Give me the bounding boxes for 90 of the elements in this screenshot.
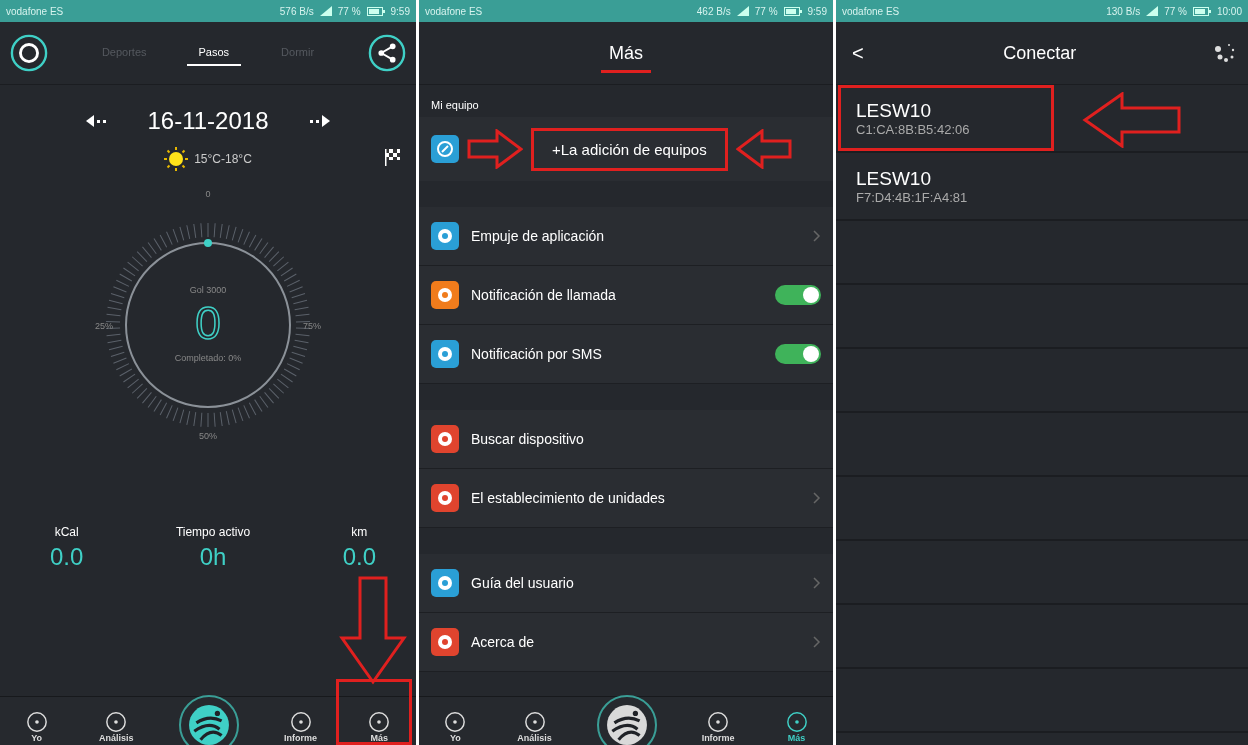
chevron-right-icon <box>813 230 821 242</box>
nav-tab[interactable]: Más <box>779 709 814 745</box>
battery-icon <box>1192 6 1211 16</box>
data-rate: 576 B/s <box>279 5 314 17</box>
settings-label: Empuje de aplicación <box>471 228 605 244</box>
clock: 9:59 <box>390 5 410 17</box>
dial-label: 50% <box>199 431 217 441</box>
runner-logo-icon <box>605 704 648 745</box>
device-address: F7:D4:4B:1F:A4:81 <box>856 189 969 205</box>
settings-label: Buscar dispositivo <box>471 431 584 447</box>
settings-row[interactable]: Guía del usuario <box>419 554 833 613</box>
battery-percent: 77 % <box>1164 5 1187 17</box>
battery-percent: 77 % <box>754 5 778 17</box>
back-button[interactable]: < <box>848 41 868 65</box>
stat-value: 0.0 <box>342 543 376 571</box>
device-list-item[interactable]: LESW10 C1:CA:8B:B5:42:06 <box>836 85 1248 153</box>
dial-label: 75% <box>303 321 321 331</box>
app-logo-button[interactable] <box>596 695 657 745</box>
settings-label: Acerca de <box>471 634 535 650</box>
settings-row[interactable]: El establecimiento de unidades <box>419 469 833 528</box>
annotation-arrow <box>735 129 792 169</box>
chevron-right-icon <box>813 577 821 589</box>
settings-label: Notificación por SMS <box>471 346 602 362</box>
section-header: Mi equipo <box>430 98 480 113</box>
share-icon[interactable] <box>368 34 406 72</box>
runner-logo-icon <box>187 704 230 745</box>
more-icon <box>785 711 808 733</box>
annotation-arrow <box>467 129 523 169</box>
stat-label: kCal <box>54 525 79 539</box>
toggle-switch[interactable] <box>775 344 821 364</box>
date-label: 16-11-2018 <box>147 107 269 135</box>
watch-icon <box>431 135 459 163</box>
goal-label: Gol 3000 <box>189 285 227 295</box>
step-count: 0 <box>195 297 221 349</box>
more-icon <box>368 711 391 733</box>
battery-icon <box>366 6 385 16</box>
settings-row[interactable]: Empuje de aplicación <box>419 207 833 266</box>
watch-icon[interactable] <box>10 34 48 72</box>
carrier-name: vodafone ES <box>425 5 483 17</box>
data-rate: 130 B/s <box>1106 5 1141 17</box>
chevron-right-icon <box>813 492 821 504</box>
nav-tab[interactable]: Análisis <box>511 709 558 745</box>
tab[interactable]: Pasos <box>186 40 242 66</box>
battery-icon <box>783 6 802 16</box>
previous-arrow-icon[interactable] <box>85 115 108 127</box>
device-address: C1:CA:8B:B5:42:06 <box>856 121 971 137</box>
settings-row[interactable]: Notificación de llamada <box>419 266 833 325</box>
add-device-button[interactable]: +La adición de equipos <box>531 127 728 171</box>
settings-row[interactable]: Buscar dispositivo <box>419 410 833 469</box>
nav-tab[interactable]: Yo <box>438 709 473 745</box>
stat-value: 0.0 <box>50 543 84 571</box>
battery-percent: 77 % <box>337 5 361 17</box>
nav-tab[interactable]: Yo <box>19 709 54 745</box>
signal-icon <box>319 6 332 16</box>
nav-tab[interactable]: Informe <box>278 709 323 745</box>
chevron-right-icon <box>813 636 821 648</box>
next-arrow-icon[interactable] <box>308 115 331 127</box>
device-name: LESW10 <box>856 167 932 190</box>
signal-icon <box>1146 6 1159 16</box>
carrier-name: vodafone ES <box>6 5 64 17</box>
clock: 10:00 <box>1216 5 1242 17</box>
dial-label: 25% <box>95 321 113 331</box>
sun-icon <box>164 147 189 171</box>
nav-tab[interactable]: Análisis <box>92 709 140 745</box>
settings-label: Guía del usuario <box>471 575 574 591</box>
checkered-flag-icon[interactable] <box>382 147 402 167</box>
carrier-name: vodafone ES <box>842 5 900 17</box>
settings-row[interactable]: Acerca de <box>419 613 833 672</box>
app-logo-button[interactable] <box>178 695 239 745</box>
data-rate: 462 B/s <box>696 5 731 17</box>
screen-title: Conectar <box>1002 42 1078 64</box>
dial-label: 0 <box>205 189 211 199</box>
device-list-item[interactable]: LESW10 F7:D4:4B:1F:A4:81 <box>836 153 1248 221</box>
settings-label: El establecimiento de unidades <box>471 490 665 506</box>
loading-spinner-icon <box>1212 41 1236 65</box>
completion-label: Completado: 0% <box>174 353 242 363</box>
signal-icon <box>736 6 749 16</box>
nav-tab[interactable]: Más <box>362 709 397 745</box>
temperature-range: 15°C-18°C <box>194 152 252 166</box>
device-name: LESW10 <box>856 99 932 122</box>
progress-marker <box>204 239 212 247</box>
toggle-switch[interactable] <box>775 285 821 305</box>
settings-label: Notificación de llamada <box>471 287 616 303</box>
stat-label: km <box>351 525 368 539</box>
stat-label: Tiempo activo <box>175 525 251 539</box>
settings-row[interactable]: Notificación por SMS <box>419 325 833 384</box>
clock: 9:59 <box>807 5 827 17</box>
stat-value: 0h <box>199 543 227 571</box>
nav-tab[interactable]: Informe <box>695 709 741 745</box>
screen-title: Más <box>601 33 651 73</box>
